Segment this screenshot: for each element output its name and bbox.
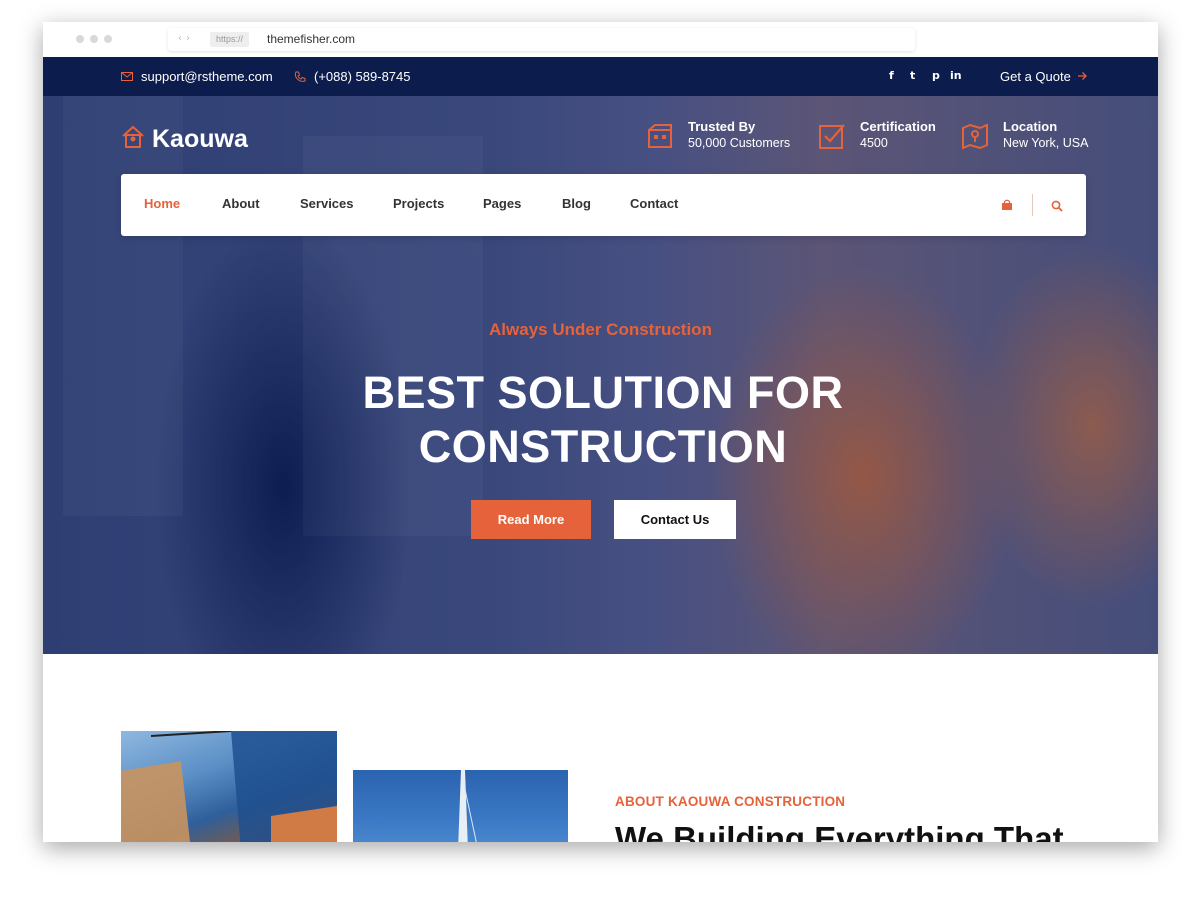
back-forward-icon[interactable]: ‹›: [178, 33, 194, 44]
about-section: ABOUT KAOUWA CONSTRUCTION We Building Ev…: [43, 654, 1158, 842]
get-quote-label: Get a Quote: [1000, 69, 1071, 84]
about-label: ABOUT KAOUWA CONSTRUCTION: [615, 794, 846, 809]
address-bar[interactable]: ‹› https:// themefisher.com: [168, 28, 915, 51]
phone-text: (+088) 589-8745: [314, 69, 411, 84]
nav-item-home[interactable]: Home: [144, 196, 180, 211]
nav-divider: [1032, 194, 1033, 216]
nav-item-services[interactable]: Services: [300, 196, 354, 211]
nav-item-pages[interactable]: Pages: [483, 196, 521, 211]
url-protocol: https://: [210, 32, 250, 47]
phone-icon: [293, 70, 307, 84]
hero-section: Kaouwa Trusted By 50,000 Customers Certi…: [43, 96, 1158, 654]
maximize-dot[interactable]: [104, 35, 112, 43]
window-controls: [76, 35, 112, 43]
nav-item-blog[interactable]: Blog: [562, 196, 591, 211]
top-bar: support@rstheme.com (+088) 589-8745 f t …: [43, 57, 1158, 96]
shopping-bag-icon[interactable]: [1001, 198, 1013, 216]
browser-chrome: ‹› https:// themefisher.com: [43, 22, 1158, 57]
pinterest-icon[interactable]: p: [932, 69, 940, 82]
email-contact[interactable]: support@rstheme.com: [120, 57, 273, 96]
linkedin-icon[interactable]: in: [950, 69, 962, 82]
minimize-dot[interactable]: [90, 35, 98, 43]
hero-headline-line1: BEST SOLUTION FOR: [362, 367, 844, 418]
read-more-button[interactable]: Read More: [471, 500, 591, 539]
arrow-right-icon: [1077, 69, 1087, 84]
contact-us-button[interactable]: Contact Us: [614, 500, 736, 539]
hero-headline: BEST SOLUTION FOR CONSTRUCTION: [43, 366, 1158, 474]
envelope-icon: [120, 70, 134, 84]
nav-item-contact[interactable]: Contact: [630, 196, 678, 211]
about-title: We Building Everything That: [615, 820, 1064, 842]
main-navigation: Home About Services Projects Pages Blog …: [121, 174, 1086, 236]
browser-window: ‹› https:// themefisher.com support@rsth…: [43, 22, 1158, 842]
about-image-crane: [353, 770, 568, 842]
close-dot[interactable]: [76, 35, 84, 43]
get-quote-link[interactable]: Get a Quote: [1000, 57, 1087, 96]
facebook-icon[interactable]: f: [889, 69, 894, 82]
nav-item-projects[interactable]: Projects: [393, 196, 444, 211]
nav-item-about[interactable]: About: [222, 196, 260, 211]
search-icon[interactable]: [1051, 199, 1063, 217]
about-image-building: [121, 731, 337, 842]
url-text[interactable]: themefisher.com: [267, 32, 355, 47]
email-text: support@rstheme.com: [141, 69, 273, 84]
hero-headline-line2: CONSTRUCTION: [418, 421, 788, 472]
hero-tagline: Always Under Construction: [489, 320, 712, 339]
twitter-icon[interactable]: t: [910, 69, 915, 82]
phone-contact[interactable]: (+088) 589-8745: [293, 57, 411, 96]
